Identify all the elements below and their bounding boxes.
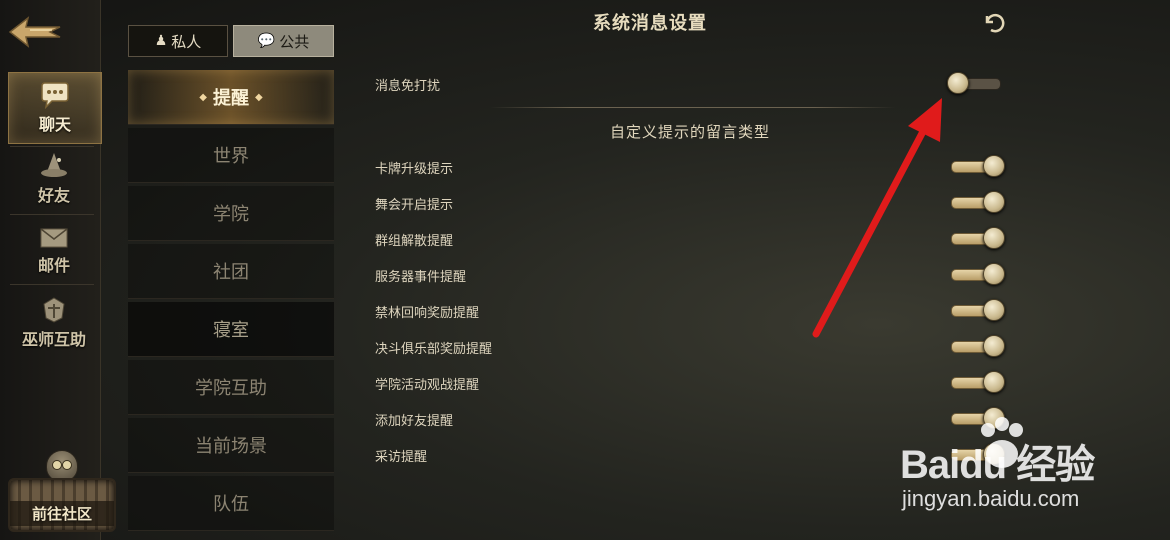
toggle-forest-reward[interactable] xyxy=(947,299,1005,321)
toggle-knob xyxy=(983,371,1005,393)
reset-button[interactable] xyxy=(982,10,1006,34)
nav-item-friends[interactable]: 好友 xyxy=(8,146,100,212)
nav-item-chat[interactable]: 聊天 xyxy=(8,72,102,144)
channel-label: 学院互助 xyxy=(195,378,267,399)
divider xyxy=(10,284,94,285)
channel-label: 世界 xyxy=(213,146,249,167)
nav-item-label: 邮件 xyxy=(37,256,70,275)
channel-label: 学院 xyxy=(213,204,249,225)
tab-label: 私人 xyxy=(171,32,202,51)
setting-label: 群组解散提醒 xyxy=(375,234,454,249)
channel-label: 社团 xyxy=(213,262,249,283)
channel-club[interactable]: 社团 xyxy=(128,244,334,299)
setting-label: 采访提醒 xyxy=(375,450,428,465)
person-icon: ♟ xyxy=(154,33,168,49)
wizard-hat-icon xyxy=(41,153,67,177)
setting-label: 学院活动观战提醒 xyxy=(375,378,480,393)
toggle-ball-open[interactable] xyxy=(947,191,1005,213)
channel-list: ♟ 私人 💬 公共 ◆ 提醒 ◆ 世界 学院 社团 寝室 学院互助 当前场景 队… xyxy=(128,0,334,540)
toggle-knob xyxy=(983,155,1005,177)
setting-label: 舞会开启提示 xyxy=(375,198,454,213)
channel-label: 寝室 xyxy=(213,320,249,341)
community-plate: 前往社区 xyxy=(8,478,116,532)
toggle-interview[interactable] xyxy=(947,443,1005,465)
channel-label: 提醒 xyxy=(213,88,249,109)
dnd-label: 消息免打扰 xyxy=(375,79,441,94)
watermark-url: jingyan.baidu.com xyxy=(902,486,1080,511)
toggle-knob xyxy=(983,299,1005,321)
setting-label: 服务器事件提醒 xyxy=(375,270,467,285)
toggle-knob xyxy=(983,191,1005,213)
settings-title: 系统消息设置 xyxy=(593,13,707,34)
toggle-duel-reward[interactable] xyxy=(947,335,1005,357)
envelope-icon xyxy=(40,228,68,248)
toggle-knob xyxy=(983,443,1005,465)
nav-item-mail[interactable]: 邮件 xyxy=(8,218,100,284)
toggle-group-disband[interactable] xyxy=(947,227,1005,249)
back-arrow-button[interactable] xyxy=(6,12,64,52)
diamond-icon: ◆ xyxy=(255,91,263,103)
channel-world[interactable]: 世界 xyxy=(128,128,334,183)
go-to-community-button[interactable]: 前往社区 xyxy=(8,450,116,532)
channel-team[interactable]: 队伍 xyxy=(128,476,334,531)
watermark: Baidu 经验 jingyan.baidu.com xyxy=(900,417,1150,518)
diamond-icon: ◆ xyxy=(199,91,207,103)
undo-icon xyxy=(985,13,1005,33)
nav-item-label: 巫师互助 xyxy=(21,330,86,349)
toggle-knob xyxy=(983,227,1005,249)
toggle-card-upgrade[interactable] xyxy=(947,155,1005,177)
toggle-knob xyxy=(947,72,969,94)
toggle-knob xyxy=(983,263,1005,285)
channel-label: 当前场景 xyxy=(195,436,267,457)
channel-house-help[interactable]: 学院互助 xyxy=(128,360,334,415)
chat-icon: 💬 xyxy=(257,33,276,49)
channel-house[interactable]: 学院 xyxy=(128,186,334,241)
setting-label: 添加好友提醒 xyxy=(375,414,454,429)
chat-bubble-icon xyxy=(41,82,69,109)
channel-current-scene[interactable]: 当前场景 xyxy=(128,418,334,473)
toggle-add-friend[interactable] xyxy=(947,407,1005,429)
toggle-knob xyxy=(983,335,1005,357)
nav-item-label: 好友 xyxy=(37,186,70,205)
community-label: 前往社区 xyxy=(10,501,114,526)
toggle-knob xyxy=(983,407,1005,429)
divider xyxy=(10,214,94,215)
tab-public[interactable]: 💬 公共 xyxy=(233,25,334,57)
divider xyxy=(490,107,895,108)
dnd-toggle[interactable] xyxy=(947,72,1005,94)
tab-private[interactable]: ♟ 私人 xyxy=(128,25,228,57)
toggle-server-event[interactable] xyxy=(947,263,1005,285)
toggle-house-spectate[interactable] xyxy=(947,371,1005,393)
back-arrow-icon xyxy=(8,16,61,48)
crest-icon xyxy=(43,297,65,323)
section-title: 自定义提示的留言类型 xyxy=(609,123,770,141)
nav-item-label: 聊天 xyxy=(38,115,71,134)
channel-label: 队伍 xyxy=(213,494,249,515)
setting-label: 卡牌升级提示 xyxy=(375,162,454,177)
setting-label: 禁林回响奖励提醒 xyxy=(375,306,480,321)
tab-label: 公共 xyxy=(279,32,310,51)
nav-item-wizard-help[interactable]: 巫师互助 xyxy=(4,290,104,356)
channel-dorm[interactable]: 寝室 xyxy=(128,302,334,357)
setting-label: 决斗俱乐部奖励提醒 xyxy=(375,342,493,357)
channel-reminder[interactable]: ◆ 提醒 ◆ xyxy=(128,70,334,125)
